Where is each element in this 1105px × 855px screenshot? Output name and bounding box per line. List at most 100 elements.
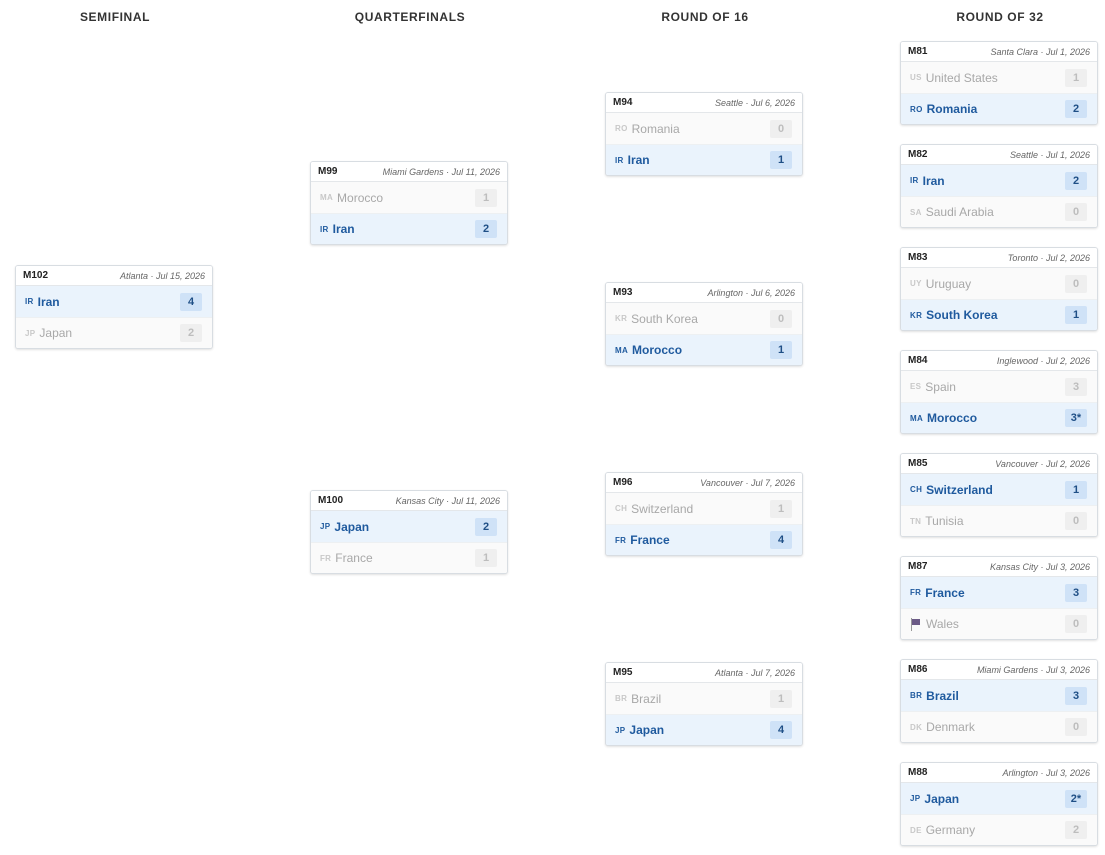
team-row-winner[interactable]: IR Iran 2 [311, 213, 507, 244]
team-row-loser[interactable]: KR South Korea 0 [606, 303, 802, 334]
team-row-winner[interactable]: KR South Korea 1 [901, 299, 1097, 330]
match-card-m99[interactable]: M99 Miami Gardens · Jul 11, 2026 MA Morocc… [310, 161, 508, 245]
match-header: M96 Vancouver · Jul 7, 2026 [606, 473, 802, 493]
match-header: M84 Inglewood · Jul 2, 2026 [901, 351, 1097, 371]
team-name: Denmark [926, 720, 975, 734]
match-card-m81[interactable]: M81 Santa Clara · Jul 1, 2026 US United St… [900, 41, 1098, 125]
match-header: M94 Seattle · Jul 6, 2026 [606, 93, 802, 113]
team-row-loser[interactable]: FR France 1 [311, 542, 507, 573]
team-name: Morocco [927, 411, 978, 425]
country-code: JP [910, 794, 921, 803]
country-code: FR [320, 553, 332, 563]
country-code: ES [910, 382, 922, 391]
team-row-winner[interactable]: RO Romania 2 [901, 93, 1097, 124]
team-row-loser[interactable]: Wales 0 [901, 608, 1097, 639]
score-badge: 3 [1065, 377, 1087, 396]
team-row-loser[interactable]: ES Spain 3 [901, 371, 1097, 402]
team-row-loser[interactable]: DE Germany 2 [901, 814, 1097, 845]
country-code: TN [910, 516, 922, 526]
match-meta: Arlington · Jul 3, 2026 [1002, 767, 1090, 778]
team-row-winner[interactable]: IR Iran 2 [901, 165, 1097, 196]
team-row-winner[interactable]: CH Switzerland 1 [901, 474, 1097, 505]
country-code: BR [910, 691, 923, 700]
match-card-m93[interactable]: M93 Arlington · Jul 6, 2026 KR South Korea… [605, 282, 803, 366]
match-header: M102 Atlanta · Jul 15, 2026 [16, 266, 212, 286]
team-name: Romania [926, 102, 978, 116]
team-row-loser[interactable]: CH Switzerland 1 [606, 493, 802, 524]
match-id: M81 [908, 46, 928, 57]
team-row-winner[interactable]: BR Brazil 3 [901, 680, 1097, 711]
team-row-loser[interactable]: MA Morocco 1 [311, 182, 507, 213]
match-card-m102[interactable]: M102 Atlanta · Jul 15, 2026 IR Iran 4 JP Jap… [15, 265, 213, 349]
match-id: M93 [613, 287, 633, 298]
match-card-m83[interactable]: M83 Toronto · Jul 2, 2026 UY Uruguay 0 KR So… [900, 247, 1098, 331]
score-badge: 2 [475, 220, 497, 238]
country-code: CH [910, 485, 923, 494]
team-row-loser[interactable]: UY Uruguay 0 [901, 268, 1097, 299]
match-meta: Miami Gardens · Jul 3, 2026 [976, 664, 1090, 675]
team-name: Japan [629, 723, 665, 737]
score-badge: 2 [475, 517, 497, 536]
team-row-winner[interactable]: IR Iran 4 [16, 286, 212, 317]
team-row-loser[interactable]: US United States 1 [901, 62, 1097, 93]
score-badge: 0 [1065, 615, 1087, 633]
team-row-winner[interactable]: IR Iran 1 [606, 144, 802, 175]
country-code: RO [910, 104, 923, 114]
match-card-m88[interactable]: M88 Arlington · Jul 3, 2026 JP Japan 2* DE G… [900, 762, 1098, 846]
match-card-m85[interactable]: M85 Vancouver · Jul 2, 2026 CH Switzerland… [900, 453, 1098, 537]
team-name: Iran [922, 173, 945, 188]
country-code: IR [320, 224, 329, 234]
team-row-loser[interactable]: SA Saudi Arabia 0 [901, 196, 1097, 227]
match-header: M88 Arlington · Jul 3, 2026 [901, 763, 1097, 783]
score-badge: 2 [1065, 100, 1087, 118]
match-id: M82 [908, 149, 928, 160]
team-row-loser[interactable]: DK Denmark 0 [901, 711, 1097, 742]
match-card-m84[interactable]: M84 Inglewood · Jul 2, 2026 ES Spain 3 MA Mo… [900, 350, 1098, 434]
country-code: JP [615, 725, 626, 735]
country-code: CH [615, 504, 628, 513]
match-meta: Santa Clara · Jul 1, 2026 [990, 46, 1090, 57]
team-row-winner[interactable]: FR France 3 [901, 577, 1097, 608]
match-id: M95 [613, 667, 633, 678]
match-card-m94[interactable]: M94 Seattle · Jul 6, 2026 RO Romania 0 IR Ir… [605, 92, 803, 176]
match-header: M95 Atlanta · Jul 7, 2026 [606, 663, 802, 683]
team-row-winner[interactable]: FR France 4 [606, 524, 802, 555]
country-code: SA [910, 207, 922, 217]
country-code: FR [910, 588, 922, 597]
match-card-m96[interactable]: M96 Vancouver · Jul 7, 2026 CH Switzerland… [605, 472, 803, 556]
team-name: Saudi Arabia [925, 205, 994, 219]
match-id: M100 [318, 495, 344, 506]
match-id: M85 [908, 458, 928, 469]
team-row-loser[interactable]: BR Brazil 1 [606, 683, 802, 714]
match-card-m82[interactable]: M82 Seattle · Jul 1, 2026 IR Iran 2 SA Saudi… [900, 144, 1098, 228]
score-badge: 1 [770, 341, 792, 359]
country-code: IR [910, 176, 919, 185]
country-code: MA [320, 193, 334, 202]
score-badge: 2* [1065, 789, 1087, 808]
score-badge: 0 [770, 119, 792, 138]
team-row-loser[interactable]: RO Romania 0 [606, 113, 802, 144]
match-id: M88 [908, 767, 928, 778]
team-name: France [630, 533, 670, 547]
country-code: MA [615, 345, 629, 355]
team-row-winner[interactable]: MA Morocco 3* [901, 402, 1097, 433]
team-name: Brazil [926, 688, 959, 703]
match-card-m86[interactable]: M86 Miami Gardens · Jul 3, 2026 BR Brazil 3… [900, 659, 1098, 743]
team-row-winner[interactable]: JP Japan 2 [311, 511, 507, 542]
team-name: France [335, 551, 373, 565]
match-meta: Vancouver · Jul 7, 2026 [700, 477, 795, 488]
match-card-m100[interactable]: M100 Kansas City · Jul 11, 2026 JP Japan 2 … [310, 490, 508, 574]
score-badge: 0 [1065, 274, 1087, 293]
score-badge: 4 [770, 721, 792, 739]
match-card-m95[interactable]: M95 Atlanta · Jul 7, 2026 BR Brazil 1 JP Jap… [605, 662, 803, 746]
team-row-winner[interactable]: JP Japan 4 [606, 714, 802, 745]
team-row-loser[interactable]: TN Tunisia 0 [901, 505, 1097, 536]
score-badge: 3 [1065, 686, 1087, 705]
score-badge: 1 [1065, 306, 1087, 324]
team-row-winner[interactable]: JP Japan 2* [901, 783, 1097, 814]
match-meta: Atlanta · Jul 15, 2026 [119, 270, 205, 281]
team-row-winner[interactable]: MA Morocco 1 [606, 334, 802, 365]
team-row-loser[interactable]: JP Japan 2 [16, 317, 212, 348]
flag-icon [910, 617, 921, 631]
match-card-m87[interactable]: M87 Kansas City · Jul 3, 2026 FR France 3 W… [900, 556, 1098, 640]
